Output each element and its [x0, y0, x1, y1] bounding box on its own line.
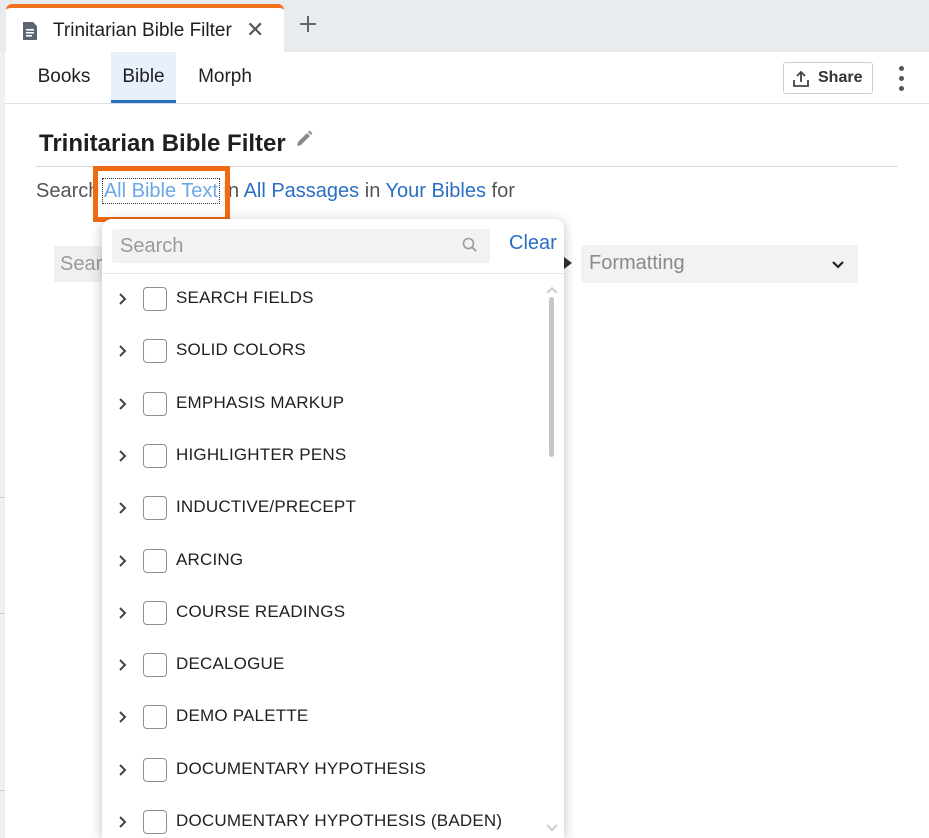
checkbox[interactable]: [143, 653, 167, 678]
scope-dropdown-panel: Clear SEARCH FIELDS SOLID COLORS EMPHASIS …: [102, 219, 564, 838]
share-label: Share: [818, 69, 863, 86]
list-item-label: ARCING: [176, 549, 244, 569]
tab-bible[interactable]: Bible: [111, 52, 176, 103]
new-tab-plus-icon[interactable]: [296, 12, 320, 36]
chevron-right-icon[interactable]: [118, 710, 128, 729]
document-tab[interactable]: Trinitarian Bible Filter ✕: [6, 4, 284, 52]
chevron-right-icon[interactable]: [118, 344, 128, 363]
list-item[interactable]: HIGHLIGHTER PENS: [102, 431, 542, 483]
chevron-right-icon[interactable]: [118, 501, 128, 520]
list-item-label: EMPHASIS MARKUP: [176, 392, 345, 412]
chevron-right-icon[interactable]: [118, 658, 128, 677]
search-icon: [462, 237, 478, 258]
play-arrow-icon[interactable]: [564, 257, 572, 269]
chevron-right-icon[interactable]: [118, 763, 128, 782]
dropdown-list: SEARCH FIELDS SOLID COLORS EMPHASIS MARKUP…: [102, 274, 542, 838]
checkbox[interactable]: [143, 600, 167, 625]
checkbox[interactable]: [143, 548, 167, 573]
dropdown-search-input[interactable]: [112, 229, 490, 263]
chevron-right-icon[interactable]: [118, 449, 128, 468]
list-item-label: SEARCH FIELDS: [176, 288, 314, 307]
formatting-label: Formatting: [589, 252, 685, 274]
chevron-down-icon: [831, 257, 845, 275]
edit-pencil-icon[interactable]: [294, 129, 314, 154]
title-divider: [36, 166, 898, 167]
share-upload-icon: [792, 70, 810, 93]
view-toolbar: Books Bible Morph Share: [5, 52, 929, 104]
in-text: in: [364, 180, 381, 202]
scrollbar-thumb[interactable]: [549, 297, 554, 457]
tab-books[interactable]: Books: [27, 52, 101, 103]
checkbox[interactable]: [143, 391, 167, 416]
list-item-label: SOLID COLORS: [176, 340, 306, 360]
tab-strip: Trinitarian Bible Filter ✕: [0, 0, 929, 52]
chevron-right-icon[interactable]: [118, 397, 128, 416]
list-item[interactable]: COURSE READINGS: [102, 588, 542, 640]
scope-link[interactable]: All Bible Text: [101, 178, 220, 204]
scroll-down-icon[interactable]: [546, 819, 558, 837]
list-item[interactable]: DECALOGUE: [102, 640, 542, 692]
list-item-label: DOCUMENTARY HYPOTHESIS (BADEN): [176, 811, 503, 830]
chevron-right-icon[interactable]: [118, 606, 128, 625]
left-edge-divider: [0, 790, 5, 791]
checkbox[interactable]: [143, 810, 167, 834]
page-title: Trinitarian Bible Filter: [39, 130, 286, 157]
checkbox[interactable]: [143, 757, 167, 782]
passages-link[interactable]: All Passages: [244, 180, 360, 202]
more-options-icon[interactable]: [893, 66, 909, 92]
tab-morph[interactable]: Morph: [188, 52, 262, 103]
list-item[interactable]: ARCING: [102, 536, 542, 588]
left-edge-divider: [0, 497, 5, 498]
checkbox[interactable]: [143, 287, 167, 311]
bibles-link[interactable]: Your Bibles: [386, 180, 486, 202]
list-item[interactable]: EMPHASIS MARKUP: [102, 379, 542, 431]
document-icon: [22, 21, 38, 46]
share-button[interactable]: Share: [783, 62, 873, 94]
checkbox[interactable]: [143, 496, 167, 521]
left-edge-divider: [0, 613, 5, 614]
close-tab-icon[interactable]: ✕: [246, 18, 264, 42]
list-item-label: HIGHLIGHTER PENS: [176, 444, 347, 464]
list-item[interactable]: DEMO PALETTE: [102, 692, 542, 744]
checkbox[interactable]: [143, 705, 167, 730]
checkbox[interactable]: [143, 339, 167, 364]
list-item[interactable]: SOLID COLORS: [102, 326, 542, 378]
list-item-label: DEMO PALETTE: [176, 706, 309, 726]
checkbox[interactable]: [143, 443, 167, 468]
list-item[interactable]: DOCUMENTARY HYPOTHESIS: [102, 745, 542, 797]
left-panel-edge: [0, 52, 5, 838]
list-item[interactable]: INDUCTIVE/PRECEPT: [102, 483, 542, 535]
list-item-label: COURSE READINGS: [176, 601, 346, 621]
list-item[interactable]: SEARCH FIELDS: [102, 274, 542, 326]
chevron-right-icon[interactable]: [118, 815, 128, 834]
formatting-dropdown[interactable]: Formatting: [581, 245, 858, 283]
search-prefix: Search: [36, 180, 100, 202]
list-item-label: INDUCTIVE/PRECEPT: [176, 497, 357, 517]
list-item-label: DECALOGUE: [176, 654, 285, 674]
document-tab-title: Trinitarian Bible Filter: [53, 20, 232, 41]
list-item-label: DOCUMENTARY HYPOTHESIS: [176, 758, 426, 778]
chevron-right-icon[interactable]: [118, 554, 128, 573]
list-item[interactable]: DOCUMENTARY HYPOTHESIS (BADEN): [102, 797, 542, 838]
chevron-right-icon[interactable]: [118, 292, 128, 311]
clear-button[interactable]: Clear: [509, 232, 557, 255]
search-sentence: Search All Bible Text in All Passages in…: [36, 178, 515, 204]
for-text: for: [491, 180, 515, 202]
in-text: in: [223, 180, 240, 202]
